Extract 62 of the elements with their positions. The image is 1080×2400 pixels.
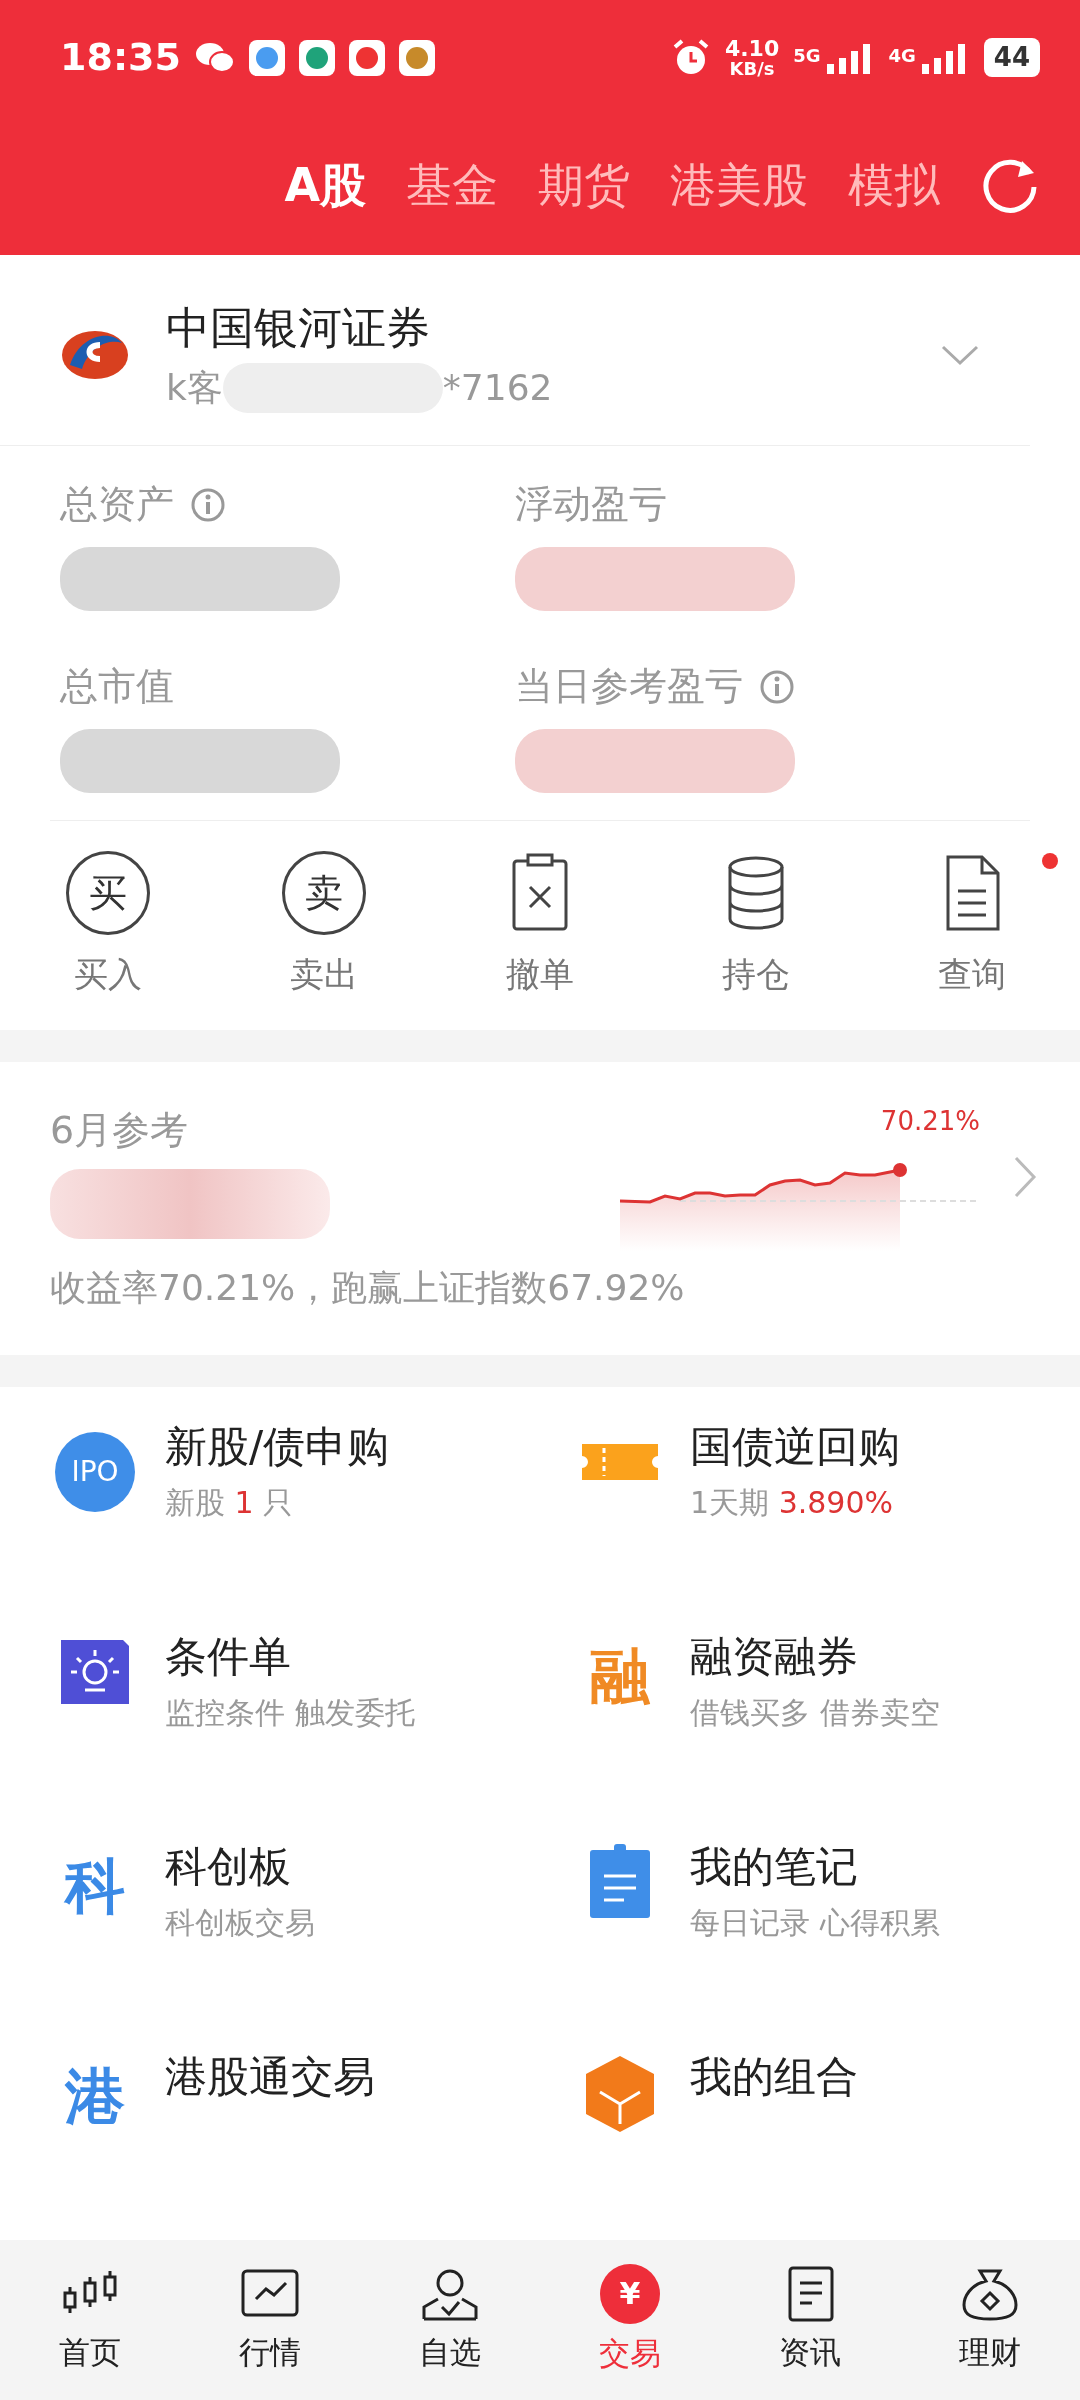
service-title: 条件单 — [165, 1632, 292, 1683]
service-subtitle: 监控条件 触发委托 — [165, 1694, 415, 1733]
service-item[interactable]: 港 港股通交易 — [0, 2052, 540, 2240]
action-button[interactable]: 持仓 — [666, 851, 846, 1000]
service-item[interactable]: 我的笔记 每日记录 心得积累 — [540, 1842, 1080, 2052]
service-title: 新股/债申购 — [165, 1422, 390, 1473]
info-icon[interactable] — [190, 486, 226, 523]
action-button[interactable]: 卖 卖出 — [234, 851, 414, 1000]
chevron-down-icon[interactable] — [940, 343, 980, 367]
service-title: 国债逆回购 — [690, 1422, 900, 1473]
service-title: 港股通交易 — [165, 2052, 375, 2103]
service-subtitle: 借钱买多 借券卖空 — [690, 1694, 940, 1733]
service-subtitle: 新股 1 只 — [165, 1484, 295, 1523]
status-time: 18:35 — [60, 34, 181, 81]
service-item[interactable]: 条件单 监控条件 触发委托 — [0, 1632, 540, 1842]
account-id: *7162 — [442, 366, 553, 410]
service-title: 科创板 — [165, 1842, 292, 1893]
service-subtitle: 科创板交易 — [165, 1904, 315, 1943]
service-item[interactable]: IPO 新股/债申购 新股 1 只 — [0, 1422, 540, 1632]
metric-label: 浮动盈亏 — [515, 481, 667, 528]
tab[interactable]: A股 — [284, 150, 366, 220]
account-id: k客 — [166, 366, 223, 410]
action-button[interactable]: 买 买入 — [18, 851, 198, 1000]
metric-label: 总资产 — [60, 481, 174, 528]
network-type: 4G — [888, 43, 916, 68]
net-speed-unit: KB/s — [728, 59, 776, 78]
nav-tab[interactable]: 自选 — [375, 2264, 525, 2376]
service-title: 我的笔记 — [690, 1842, 859, 1893]
nav-tab[interactable]: 首页 — [15, 2264, 165, 2376]
yuan-icon: ¥ — [600, 2263, 660, 2324]
glyph-icon: 港 — [55, 2066, 135, 2126]
service-title: 融资融券 — [690, 1632, 859, 1683]
ipo-icon: IPO — [55, 1432, 135, 1512]
battery-level: 44 — [983, 38, 1040, 77]
metric-label: 总市值 — [60, 663, 174, 710]
broker-name: 中国银河证券 — [166, 301, 431, 355]
app-icon — [248, 39, 285, 76]
return-summary: 收益率70.21%，跑赢上证指数67.92% — [50, 1266, 686, 1310]
action-icon: 买 — [66, 851, 150, 935]
glyph-icon: 科 — [55, 1856, 135, 1916]
nav-tab[interactable]: 资讯 — [735, 2264, 885, 2376]
action-icon: 卖 — [282, 851, 366, 935]
chart-value-label: 70.21% — [880, 1105, 980, 1138]
info-icon[interactable] — [759, 668, 795, 705]
nav-tab[interactable]: ¥ 交易 — [555, 2263, 705, 2377]
monthly-label: 6月参考 — [50, 1107, 190, 1154]
network-type: 5G — [793, 43, 821, 68]
service-subtitle: 每日记录 心得积累 — [690, 1904, 940, 1943]
service-item[interactable]: 我的组合 — [540, 2052, 1080, 2240]
glyph-icon: 融 — [580, 1646, 660, 1706]
nav-tab[interactable]: 理财 — [915, 2264, 1065, 2376]
action-button[interactable]: 查询 — [882, 851, 1062, 1000]
app-icon — [298, 39, 335, 76]
service-subtitle: 1天期 3.890% — [690, 1484, 894, 1523]
service-item[interactable]: 国债逆回购 1天期 3.890% — [540, 1422, 1080, 1632]
net-speed: 4.10 — [724, 37, 780, 60]
app-icon — [398, 39, 435, 76]
nav-tab[interactable]: 行情 — [195, 2264, 345, 2376]
app-icon — [348, 39, 385, 76]
metric-label: 当日参考盈亏 — [515, 663, 743, 710]
service-title: 我的组合 — [690, 2052, 858, 2103]
action-button[interactable]: 撤单 — [450, 851, 630, 1000]
